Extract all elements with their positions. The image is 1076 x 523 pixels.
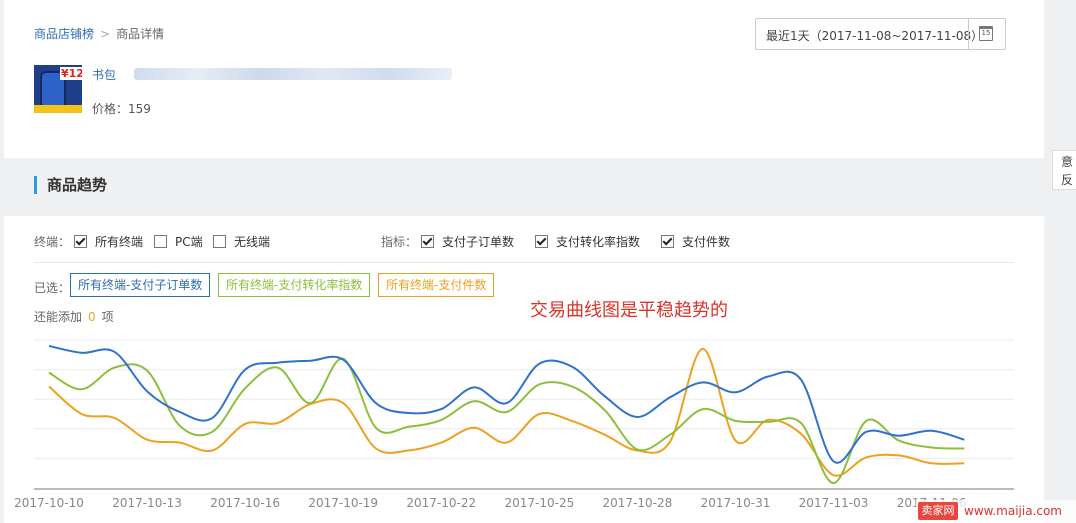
metric-option-items[interactable]: 支付件数 [661,233,730,250]
checkbox-checked-icon[interactable] [535,235,548,248]
date-range-picker[interactable]: 最近1天（2017-11-08~2017-11-08） 15 [755,18,1006,50]
checkbox-checked-icon[interactable] [74,235,87,248]
selected-tag-items[interactable]: 所有终端-支付件数 [378,273,495,297]
selected-label: 已选： [34,281,71,295]
x-tick-label: 2017-10-31 [701,496,771,510]
product-title-link[interactable]: 书包 [92,66,116,83]
trend-line-chart: 2017-10-10 2017-10-13 2017-10-16 2017-10-19… [14,339,1014,510]
x-tick-label: 2017-10-28 [603,496,673,510]
terminal-option-label: 所有终端 [95,235,144,249]
metric-option-conversion[interactable]: 支付转化率指数 [535,233,640,250]
checkbox-checked-icon[interactable] [421,235,434,248]
series-line-1[interactable] [48,357,965,485]
terminal-option-mobile[interactable]: 无线端 [213,233,270,250]
product-price: 价格：159 [92,102,151,116]
thumbnail-price: ¥126 [60,67,82,80]
terminal-option-label: PC端 [175,235,203,249]
section-title: 商品趋势 [34,176,107,194]
metric-filter-label: 指标： [381,235,418,249]
product-thumbnail[interactable]: ¥126 [34,65,82,113]
x-tick-label: 2017-10-22 [406,496,476,510]
feedback-button[interactable]: 意 反 [1052,150,1076,190]
x-tick-label: 2017-10-19 [308,496,378,510]
breadcrumb: 商品店铺榜 > 商品详情 [34,25,164,42]
breadcrumb-root-link[interactable]: 商品店铺榜 [34,27,94,41]
calendar-button[interactable]: 15 [968,19,1005,49]
x-tick-label: 2017-11-03 [799,496,869,510]
terminal-option-pc[interactable]: PC端 [154,233,203,250]
breadcrumb-separator-icon: > [100,27,111,41]
metric-option-label: 支付件数 [682,235,731,249]
selected-tag-suborders[interactable]: 所有终端-支付子订单数 [70,273,211,297]
blurred-product-name [134,68,452,80]
watermark-logo: 卖家网 [918,502,958,520]
metric-option-label: 支付转化率指数 [556,235,641,249]
calendar-icon: 15 [979,26,993,41]
terminal-option-all[interactable]: 所有终端 [74,233,143,250]
x-tick-label: 2017-10-16 [210,496,280,510]
thumbnail-strip [34,105,82,113]
section-header-band [4,158,1044,216]
annotation-text: 交易曲线图是平稳趋势的 [530,300,728,321]
checkbox-unchecked-icon[interactable] [213,235,226,248]
filter-divider [34,262,1014,263]
x-tick-label: 2017-10-10 [14,496,84,510]
watermark: 卖家网 www.maijia.com [916,500,1076,523]
selected-tag-conversion[interactable]: 所有终端-支付转化率指数 [218,273,371,297]
checkbox-unchecked-icon[interactable] [154,235,167,248]
x-tick-label: 2017-10-13 [112,496,182,510]
checkbox-checked-icon[interactable] [661,235,674,248]
breadcrumb-current: 商品详情 [116,27,165,41]
right-gutter [1044,0,1076,523]
metric-option-label: 支付子订单数 [442,235,515,249]
watermark-url: www.maijia.com [964,504,1062,518]
date-range-label: 最近1天（2017-11-08~2017-11-08） [766,29,984,43]
x-tick-label: 2017-10-25 [504,496,574,510]
terminal-option-label: 无线端 [234,235,271,249]
metric-option-suborders[interactable]: 支付子订单数 [421,233,514,250]
terminal-filter-label: 终端： [34,235,71,249]
